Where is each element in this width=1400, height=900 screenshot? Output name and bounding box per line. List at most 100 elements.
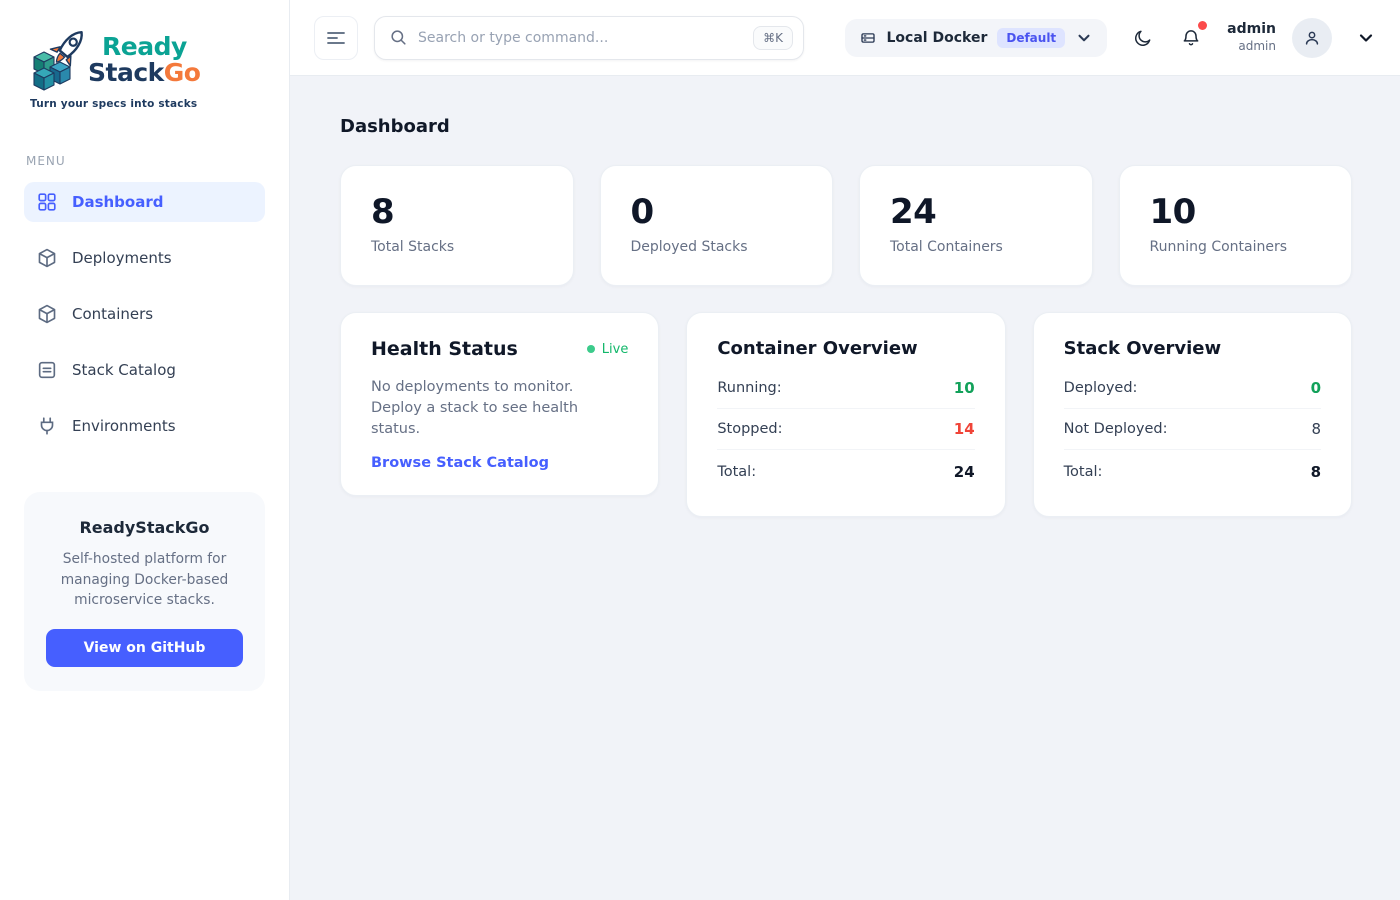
container-overview-title: Container Overview [717,338,974,359]
row-running: Running: 10 [717,368,974,409]
user-menu-chevron-icon[interactable] [1356,28,1376,48]
main-column: ⌘K Local Docker Default [290,0,1400,900]
cube-icon [36,247,58,269]
live-status-badge: Live [587,342,629,357]
sidebar-item-dashboard[interactable]: Dashboard [24,182,265,222]
logo-word-stack: Stack [88,58,164,87]
health-status-message: No deployments to monitor. Deploy a stac… [371,377,621,440]
keyboard-shortcut-badge: ⌘K [753,26,793,50]
topbar: ⌘K Local Docker Default [290,0,1400,76]
avatar[interactable] [1292,18,1332,58]
row-value: 8 [1311,420,1321,438]
app-root: Ready StackGo Turn your specs into stack… [0,0,1400,900]
stack-overview-rows: Deployed: 0 Not Deployed: 8 Total: 8 [1064,368,1321,492]
row-stopped: Stopped: 14 [717,409,974,450]
grid-icon [36,191,58,213]
row-not-deployed: Not Deployed: 8 [1064,409,1321,450]
search-input[interactable] [418,30,743,46]
sidebar-item-deployments[interactable]: Deployments [24,238,265,278]
stats-grid: 8 Total Stacks 0 Deployed Stacks 24 Tota… [340,165,1352,286]
row-label: Deployed: [1064,380,1138,396]
sidebar-item-label: Dashboard [72,193,163,211]
moon-icon [1133,28,1153,48]
app-logo: Ready StackGo Turn your specs into stack… [24,26,265,110]
theme-toggle-button[interactable] [1131,26,1155,50]
row-label: Total: [717,464,756,480]
page-title: Dashboard [340,116,1352,137]
row-label: Total: [1064,464,1103,480]
hamburger-icon [327,31,345,45]
sidebar-item-containers[interactable]: Containers [24,294,265,334]
user-info[interactable]: admin admin [1227,21,1276,54]
stat-label: Deployed Stacks [631,239,803,255]
stat-label: Total Containers [890,239,1062,255]
health-status-title: Health Status [371,338,518,360]
cube-icon [36,303,58,325]
logo-tagline: Turn your specs into stacks [30,98,265,110]
stat-label: Total Stacks [371,239,543,255]
logo-word-go: Go [164,58,201,87]
row-label: Stopped: [717,421,782,437]
stat-card-total-containers: 24 Total Containers [859,165,1093,286]
environment-name: Local Docker [887,30,988,46]
user-role: admin [1227,39,1276,54]
row-label: Running: [717,380,781,396]
sidebar-item-label: Containers [72,305,153,323]
search-icon [389,28,408,47]
search-bar: ⌘K [374,16,804,60]
view-on-github-button[interactable]: View on GitHub [46,629,243,667]
live-label: Live [602,342,629,357]
sidebar-toggle-button[interactable] [314,16,358,60]
stat-value: 8 [371,192,543,232]
row-value: 24 [954,463,975,481]
promo-description: Self-hosted platform for managing Docker… [46,549,243,611]
user-name: admin [1227,21,1276,39]
sidebar: Ready StackGo Turn your specs into stack… [0,0,290,900]
environment-default-badge: Default [997,28,1065,48]
menu-section-label: MENU [24,154,265,168]
stat-card-deployed-stacks: 0 Deployed Stacks [600,165,834,286]
notification-dot [1198,21,1207,30]
browse-stack-catalog-link[interactable]: Browse Stack Catalog [371,455,549,471]
container-overview-card: Container Overview Running: 10 Stopped: … [686,312,1005,517]
sidebar-item-label: Stack Catalog [72,361,176,379]
stack-overview-title: Stack Overview [1064,338,1321,359]
topbar-right: Local Docker Default [845,18,1376,58]
logo-wordmark: Ready StackGo [88,34,200,85]
notifications-button[interactable] [1179,26,1203,50]
list-icon [36,359,58,381]
row-deployed: Deployed: 0 [1064,368,1321,409]
row-total: Total: 8 [1064,450,1321,492]
live-dot-icon [587,345,595,353]
sidebar-item-label: Deployments [72,249,172,267]
stack-overview-card: Stack Overview Deployed: 0 Not Deployed:… [1033,312,1352,517]
stat-card-total-stacks: 8 Total Stacks [340,165,574,286]
chevron-down-icon [1075,29,1093,47]
stat-card-running-containers: 10 Running Containers [1119,165,1353,286]
server-icon [859,29,877,47]
promo-title: ReadyStackGo [46,518,243,537]
stat-label: Running Containers [1150,239,1322,255]
row-label: Not Deployed: [1064,421,1168,437]
sidebar-item-label: Environments [72,417,176,435]
container-overview-rows: Running: 10 Stopped: 14 Total: 24 [717,368,974,492]
row-total: Total: 24 [717,450,974,492]
dashboard-page: Dashboard 8 Total Stacks 0 Deployed Stac… [290,76,1400,900]
row-value: 10 [954,379,975,397]
health-status-card: Health Status Live No deployments to mon… [340,312,659,496]
sidebar-item-stack-catalog[interactable]: Stack Catalog [24,350,265,390]
stat-value: 0 [631,192,803,232]
sidebar-nav: Dashboard Deployments Containers [24,182,265,446]
logo-word-ready: Ready [88,34,200,60]
overview-grid: Health Status Live No deployments to mon… [340,312,1352,517]
row-value: 14 [954,420,975,438]
environment-selector[interactable]: Local Docker Default [845,19,1108,57]
bell-icon [1181,28,1201,48]
person-icon [1302,28,1322,48]
row-value: 8 [1311,463,1321,481]
sidebar-item-environments[interactable]: Environments [24,406,265,446]
stat-value: 10 [1150,192,1322,232]
rocket-stack-logo-icon [30,26,92,96]
cube-bottom [34,68,54,90]
stat-value: 24 [890,192,1062,232]
